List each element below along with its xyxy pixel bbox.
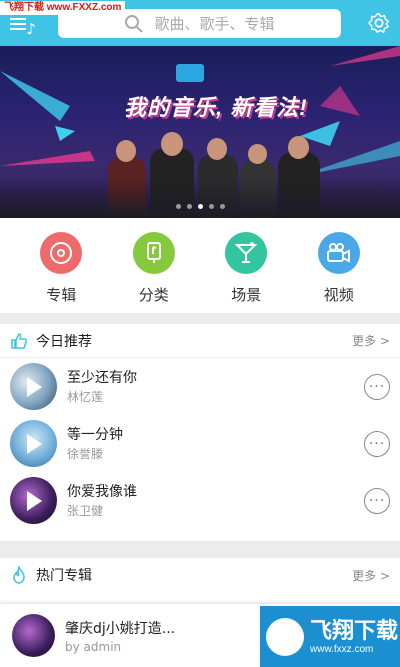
banner-dot[interactable]	[175, 204, 181, 209]
category-item[interactable]: 分类	[119, 218, 189, 313]
music-note-icon: ♪	[26, 20, 36, 38]
hot-albums-section: 热门专辑 更多 >	[0, 558, 400, 608]
menu-button[interactable]: ♪	[8, 12, 36, 38]
now-playing-cover	[12, 614, 55, 657]
disc-icon	[40, 232, 83, 274]
song-title: 等一分钟	[67, 426, 123, 443]
more-options-icon[interactable]: ···	[364, 373, 390, 400]
song-artist: 张卫健	[67, 503, 104, 518]
recommend-title: 今日推荐	[36, 333, 92, 350]
category-row: 专辑 分类 场景 视频	[0, 218, 400, 313]
recommend-more-link[interactable]: 更多 >	[352, 332, 390, 349]
more-options-icon[interactable]: ···	[364, 430, 390, 457]
now-playing-subtitle: by admin	[65, 639, 122, 654]
banner-dot[interactable]	[208, 204, 214, 209]
song-row[interactable]: 等一分钟徐誉滕 ···	[0, 415, 400, 472]
promo-banner[interactable]: 我的音乐, 新看法!	[0, 46, 400, 218]
app-header: 飞翔下载 www.FXXZ.com ♪ 歌曲、歌手、专辑	[0, 0, 400, 46]
play-icon	[27, 491, 42, 511]
cocktail-icon	[225, 232, 268, 274]
fire-icon	[13, 566, 25, 584]
song-row[interactable]: 你爱我像谁张卫健 ···	[0, 472, 400, 529]
watermark-bottom: 飞翔下载 www.fxxz.com	[260, 606, 400, 667]
search-icon	[125, 14, 144, 33]
song-cover[interactable]	[10, 363, 57, 410]
category-label: 专辑	[46, 286, 77, 304]
banner-pagination[interactable]	[0, 204, 400, 209]
settings-gear-icon[interactable]	[368, 12, 390, 34]
play-icon	[27, 377, 42, 397]
song-title: 至少还有你	[67, 369, 137, 386]
now-playing-bar[interactable]: 肇庆dj小姚打造... by admin 飞翔下载 www.fxxz.com	[0, 604, 400, 667]
banner-dot[interactable]	[219, 204, 225, 209]
play-icon	[27, 434, 42, 454]
watermark-top: 飞翔下载 www.FXXZ.com	[0, 1, 126, 15]
menu-icon	[10, 18, 26, 20]
recommend-section: 今日推荐 更多 > 至少还有你林忆莲 ··· 等一分钟徐誉滕 ··· 你爱我像谁张卫健 ·…	[0, 324, 400, 541]
thumbs-up-icon	[11, 332, 28, 349]
category-label: 分类	[138, 286, 169, 304]
now-playing-title: 肇庆dj小姚打造...	[65, 620, 176, 637]
song-artist: 徐誉滕	[67, 446, 104, 461]
song-cover[interactable]	[10, 477, 57, 524]
category-label: 场景	[231, 286, 262, 304]
song-list: 至少还有你林忆莲 ··· 等一分钟徐誉滕 ··· 你爱我像谁张卫健 ···	[0, 358, 400, 529]
category-item[interactable]: 专辑	[26, 218, 96, 313]
song-cover[interactable]	[10, 420, 57, 467]
category-item[interactable]: 场景	[211, 218, 281, 313]
category-item[interactable]: 视频	[304, 218, 374, 313]
banner-dot[interactable]	[186, 204, 192, 209]
hot-albums-title: 热门专辑	[36, 568, 92, 584]
banner-title: 我的音乐, 新看法!	[124, 95, 308, 120]
more-options-icon[interactable]: ···	[364, 487, 390, 514]
banner-dot[interactable]	[197, 204, 203, 209]
song-artist: 林忆莲	[67, 389, 104, 404]
hot-albums-header: 热门专辑 更多 >	[0, 558, 400, 592]
song-row[interactable]: 至少还有你林忆莲 ···	[0, 358, 400, 415]
song-title: 你爱我像谁	[67, 483, 137, 500]
category-label: 视频	[323, 286, 354, 304]
watermark-logo	[266, 617, 304, 656]
video-camera-icon	[317, 232, 360, 274]
live-logo	[176, 64, 204, 82]
mic-icon	[132, 232, 175, 274]
recommend-header: 今日推荐 更多 >	[0, 324, 400, 358]
hot-albums-more-link[interactable]: 更多 >	[352, 567, 390, 584]
search-placeholder: 歌曲、歌手、专辑	[154, 15, 275, 33]
